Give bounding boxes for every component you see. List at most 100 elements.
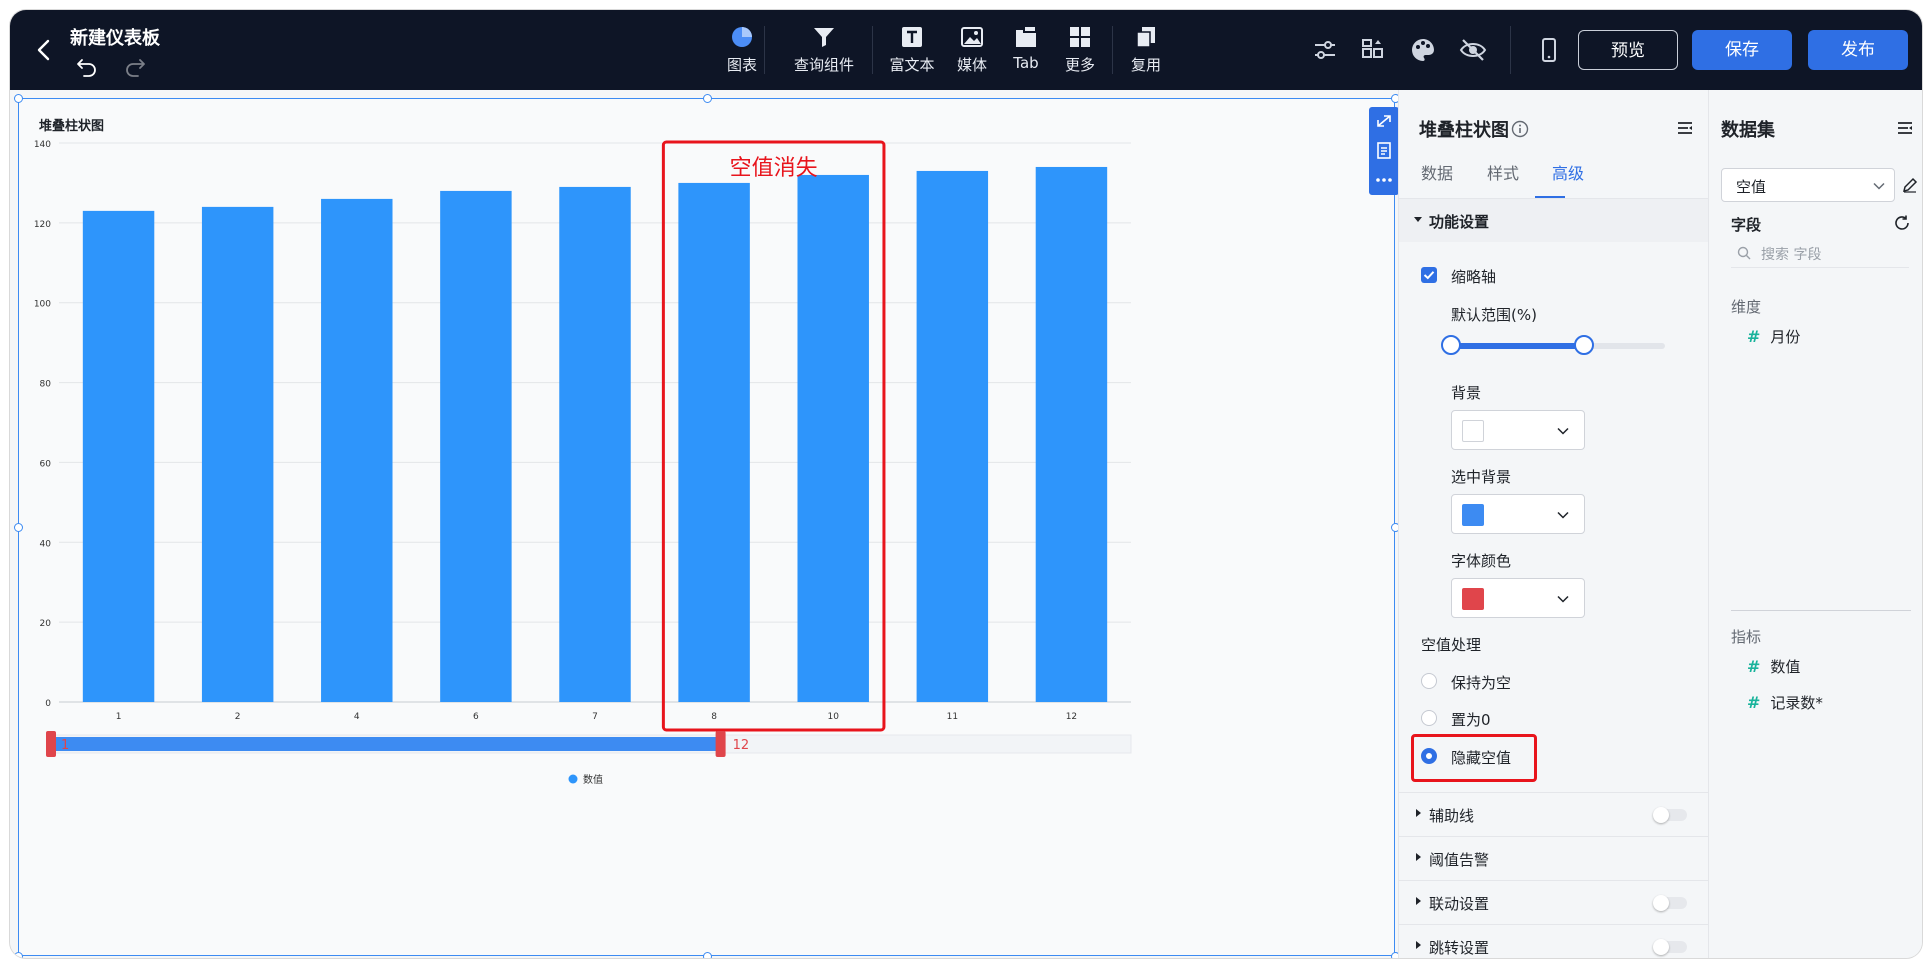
y-tick-label: 120 [34, 220, 51, 230]
chevron-down-icon [1557, 595, 1569, 603]
tool-media-label: 媒体 [956, 56, 987, 74]
tab-style[interactable]: 样式 [1487, 160, 1519, 184]
tab-data[interactable]: 数据 [1421, 160, 1453, 184]
tool-chart-label: 图表 [726, 56, 757, 74]
section-linkage[interactable]: 联动设置 [1399, 880, 1709, 924]
bar[interactable] [797, 174, 869, 702]
eye-off-icon[interactable] [1458, 35, 1488, 65]
data-zoom-selection[interactable] [51, 737, 721, 751]
data-zoom-start-handle[interactable] [46, 731, 56, 757]
jump-toggle[interactable] [1653, 939, 1687, 955]
back-arrow-icon[interactable] [30, 36, 58, 64]
null-option-zero-radio[interactable] [1421, 710, 1437, 726]
bar[interactable] [916, 170, 989, 702]
section-function-settings[interactable]: 功能设置 [1399, 198, 1709, 242]
collapse-panel-icon[interactable] [1675, 118, 1695, 138]
tool-tab[interactable]: Tab [1006, 24, 1046, 80]
selected-bg-color-select[interactable] [1451, 494, 1585, 534]
section-auxiliary-line[interactable]: 辅助线 [1399, 792, 1709, 836]
bar[interactable] [201, 206, 274, 702]
expand-icon[interactable] [1369, 107, 1399, 136]
auxiliary-line-toggle[interactable] [1653, 807, 1687, 823]
collapse-panel-icon[interactable] [1895, 118, 1915, 138]
range-end-handle[interactable] [1573, 335, 1594, 355]
x-tick-label: 11 [947, 712, 958, 722]
section-jump-label: 跳转设置 [1429, 939, 1490, 957]
dashboard-title[interactable]: 新建仪表板 [70, 24, 160, 50]
tool-reuse[interactable]: 复用 [1124, 24, 1168, 80]
font-color-select[interactable] [1451, 578, 1585, 618]
thumbnail-axis-checkbox[interactable] [1421, 267, 1437, 283]
null-option-hide-radio[interactable] [1421, 748, 1437, 764]
caret-down-icon [1414, 217, 1422, 222]
preview-button[interactable]: 预览 [1578, 30, 1678, 70]
info-icon[interactable] [1511, 120, 1529, 138]
bar[interactable] [82, 210, 155, 702]
tool-media[interactable]: 媒体 [950, 24, 994, 80]
tool-reuse-label: 复用 [1130, 56, 1161, 74]
y-tick-label: 100 [34, 300, 51, 310]
background-color-select[interactable] [1451, 410, 1585, 450]
toolbar-divider [1112, 26, 1113, 74]
bar[interactable] [440, 190, 512, 702]
data-zoom-end-label: 12 [733, 738, 750, 753]
section-auxiliary-line-label: 辅助线 [1429, 807, 1475, 825]
palette-icon[interactable] [1408, 35, 1438, 65]
tool-more-label: 更多 [1064, 56, 1095, 74]
metric-field-value-label: 数值 [1770, 658, 1801, 676]
default-range-slider[interactable] [1451, 343, 1665, 349]
tool-more[interactable]: 更多 [1058, 24, 1102, 80]
filter-icon [814, 28, 834, 47]
sliders-icon[interactable] [1310, 35, 1340, 65]
x-tick-label: 7 [592, 712, 598, 722]
section-threshold-alert[interactable]: 阈值告警 [1399, 836, 1709, 880]
null-option-zero-label: 置为0 [1451, 711, 1491, 729]
range-start-handle[interactable] [1441, 335, 1461, 355]
numeric-field-icon: # [1747, 693, 1761, 712]
data-zoom-end-handle[interactable] [715, 731, 726, 757]
undo-icon[interactable] [74, 54, 100, 78]
image-icon [961, 27, 983, 47]
dataset-select[interactable]: 空值 [1721, 168, 1895, 202]
tool-rich-text[interactable]: 富文本 [884, 24, 940, 80]
bar[interactable] [1035, 166, 1108, 702]
caret-right-icon [1416, 809, 1421, 817]
legend-label[interactable]: 数值 [583, 773, 603, 786]
field-search-input[interactable]: 搜索 字段 [1731, 238, 1909, 268]
tab-advanced[interactable]: 高级 [1552, 160, 1584, 184]
y-tick-label: 40 [40, 539, 52, 549]
y-tick-label: 0 [45, 699, 51, 709]
metric-field-record-count[interactable]: # 记录数* [1747, 692, 1823, 713]
legend-marker[interactable] [568, 774, 578, 784]
top-bar: 新建仪表板 图表 查询组件 富文本 媒体 Tab 更多 复用 预览 保存 发布 [10, 10, 1922, 90]
null-option-keep-radio[interactable] [1421, 673, 1437, 689]
refresh-icon[interactable] [1893, 214, 1911, 232]
linkage-toggle[interactable] [1653, 895, 1687, 911]
redo-icon[interactable] [122, 54, 148, 78]
save-button[interactable]: 保存 [1692, 30, 1792, 70]
tool-query[interactable]: 查询组件 [782, 24, 866, 80]
null-option-keep-label: 保持为空 [1451, 674, 1512, 692]
publish-button[interactable]: 发布 [1808, 30, 1908, 70]
bar[interactable] [678, 182, 750, 702]
section-jump[interactable]: 跳转设置 [1399, 924, 1709, 958]
metrics-label: 指标 [1731, 628, 1762, 646]
section-threshold-alert-label: 阈值告警 [1429, 851, 1490, 869]
bar[interactable] [559, 186, 631, 703]
dimension-field-month[interactable]: # 月份 [1747, 326, 1800, 347]
layout-icon[interactable] [1358, 35, 1388, 65]
bar[interactable] [321, 198, 393, 702]
y-tick-label: 60 [40, 459, 52, 469]
config-panel-title: 堆叠柱状图 [1419, 120, 1509, 141]
tool-tab-label: Tab [1013, 54, 1039, 72]
chart-card[interactable]: 堆叠柱状图 0 20 40 60 80 100 120 140 1 2 4 6 7 8 10 11 12 空值消失… [14, 94, 1400, 958]
tool-rich-text-label: 富文本 [889, 56, 935, 74]
mobile-icon[interactable] [1534, 35, 1564, 65]
document-icon[interactable] [1369, 136, 1399, 165]
metric-field-value[interactable]: # 数值 [1747, 656, 1800, 677]
toolbar-divider [872, 26, 873, 74]
tool-chart[interactable]: 图表 [720, 24, 764, 80]
more-icon[interactable] [1369, 165, 1399, 194]
edit-icon[interactable] [1901, 176, 1919, 194]
background-color-swatch [1462, 420, 1484, 442]
